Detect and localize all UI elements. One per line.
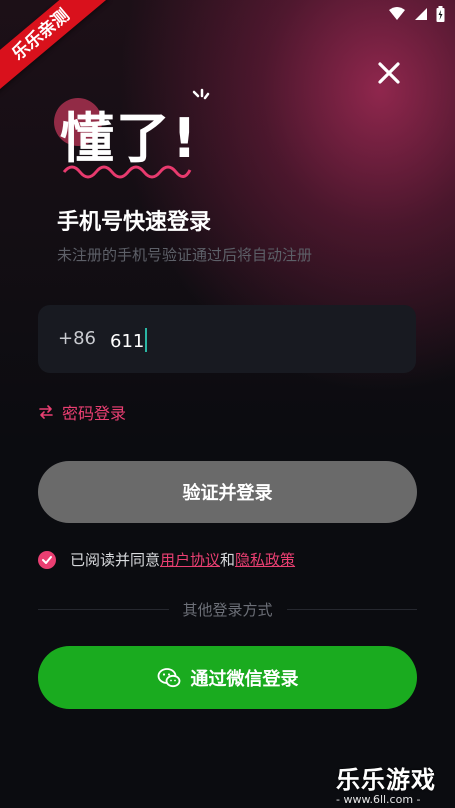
user-agreement-link[interactable]: 用户协议 (160, 549, 220, 570)
agreement-row: 已阅读并同意 用户协议 和 隐私政策 (38, 549, 295, 570)
close-icon (378, 62, 400, 84)
phone-value: 611 (110, 331, 145, 352)
wechat-icon (157, 667, 180, 687)
wifi-icon (389, 7, 405, 20)
country-code[interactable]: +86 (58, 328, 96, 349)
divider-line-left (38, 608, 169, 610)
other-login-divider: 其他登录方式 (38, 598, 418, 620)
site-watermark: 乐乐游戏 - www.6ll.com - (336, 760, 455, 808)
logo-squiggle (62, 165, 192, 179)
page-subtitle: 未注册的手机号验证通过后将自动注册 (57, 246, 313, 264)
phone-input-box[interactable]: +86 611 (38, 305, 416, 373)
text-caret (145, 328, 148, 352)
agreement-prefix: 已阅读并同意 (70, 551, 161, 569)
watermark-title: 乐乐游戏 (336, 766, 436, 794)
page-title: 手机号快速登录 (57, 210, 212, 235)
swap-icon (39, 405, 53, 419)
agreement-and: 和 (220, 551, 236, 569)
phone-input[interactable]: 611 (110, 328, 148, 352)
verify-login-button[interactable]: 验证并登录 (38, 461, 417, 523)
divider-line-right (286, 608, 418, 610)
privacy-policy-link[interactable]: 隐私政策 (235, 549, 295, 570)
check-icon (42, 555, 52, 564)
wechat-login-button[interactable]: 通过微信登录 (38, 646, 417, 709)
app-logo: 懂了! (50, 88, 210, 183)
password-login-label: 密码登录 (62, 404, 127, 423)
divider-label: 其他登录方式 (182, 600, 273, 619)
agreement-checkbox[interactable] (38, 550, 56, 569)
close-button[interactable] (374, 58, 404, 88)
signal-icon (415, 8, 427, 20)
wechat-login-label: 通过微信登录 (190, 668, 299, 690)
battery-icon (436, 6, 445, 22)
password-login-link[interactable]: 密码登录 (38, 400, 126, 424)
sparkle-icon (192, 88, 210, 100)
watermark-url: - www.6ll.com - (336, 793, 421, 806)
